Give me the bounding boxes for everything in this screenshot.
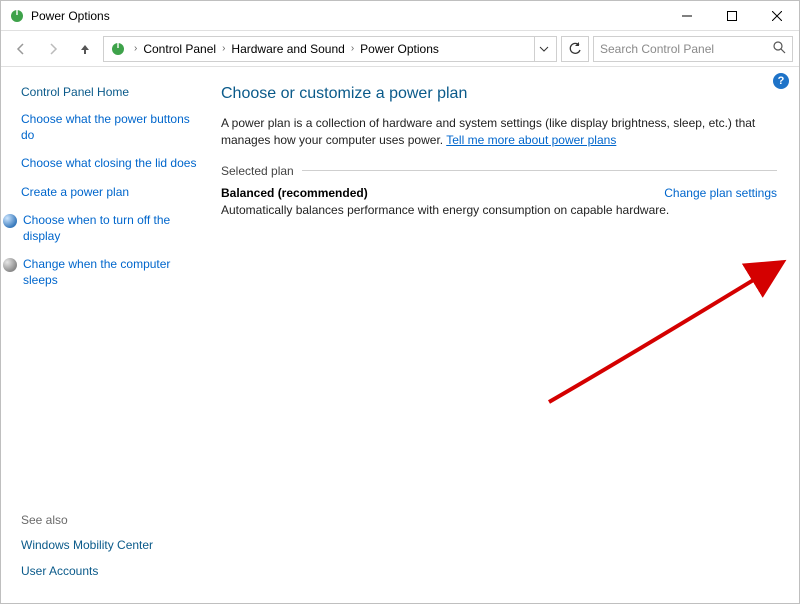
- page-title: Choose or customize a power plan: [221, 85, 777, 103]
- see-also-heading: See also: [21, 513, 201, 527]
- see-also-mobility[interactable]: Windows Mobility Center: [21, 537, 201, 553]
- learn-more-link[interactable]: Tell me more about power plans: [446, 133, 616, 147]
- content-area: Control Panel Home Choose what the power…: [1, 67, 799, 603]
- breadcrumb[interactable]: › Control Panel › Hardware and Sound › P…: [103, 36, 557, 62]
- section-label: Selected plan: [221, 164, 294, 178]
- help-icon[interactable]: ?: [773, 73, 789, 89]
- search-input[interactable]: Search Control Panel: [593, 36, 793, 62]
- plan-description: Automatically balances performance with …: [221, 203, 777, 217]
- plan-name: Balanced (recommended): [221, 186, 368, 200]
- breadcrumb-item[interactable]: Hardware and Sound: [229, 42, 346, 56]
- sleep-icon: [3, 258, 17, 272]
- chevron-right-icon: ›: [132, 43, 139, 54]
- sidebar-item-label: Choose when to turn off the display: [23, 212, 201, 244]
- sidebar-link-power-buttons[interactable]: Choose what the power buttons do: [21, 111, 201, 143]
- nav-forward-button[interactable]: [39, 35, 67, 63]
- breadcrumb-item[interactable]: Power Options: [358, 42, 441, 56]
- search-placeholder: Search Control Panel: [600, 42, 769, 56]
- control-panel-home-link[interactable]: Control Panel Home: [21, 85, 201, 99]
- power-options-icon: [110, 41, 126, 57]
- search-icon: [773, 41, 786, 57]
- window-title: Power Options: [31, 9, 664, 23]
- maximize-button[interactable]: [709, 1, 754, 31]
- chevron-right-icon: ›: [220, 43, 227, 54]
- sidebar-link-sleep[interactable]: Change when the computer sleeps: [21, 256, 201, 288]
- sidebar-link-turn-off-display[interactable]: Choose when to turn off the display: [21, 212, 201, 244]
- nav-up-button[interactable]: [71, 35, 99, 63]
- power-options-icon: [9, 8, 25, 24]
- change-plan-settings-link[interactable]: Change plan settings: [664, 186, 777, 200]
- minimize-button[interactable]: [664, 1, 709, 31]
- breadcrumb-item[interactable]: Control Panel: [141, 42, 218, 56]
- sidebar: Control Panel Home Choose what the power…: [1, 67, 211, 603]
- nav-back-button[interactable]: [7, 35, 35, 63]
- sidebar-link-create-plan[interactable]: Create a power plan: [21, 184, 201, 200]
- main-panel: ? Choose or customize a power plan A pow…: [211, 67, 799, 603]
- toolbar: › Control Panel › Hardware and Sound › P…: [1, 31, 799, 67]
- sidebar-link-closing-lid[interactable]: Choose what closing the lid does: [21, 155, 201, 171]
- sidebar-item-label: Change when the computer sleeps: [23, 256, 201, 288]
- refresh-button[interactable]: [561, 36, 589, 62]
- divider: [302, 170, 777, 171]
- titlebar: Power Options: [1, 1, 799, 31]
- section-header: Selected plan: [221, 164, 777, 178]
- see-also-user-accounts[interactable]: User Accounts: [21, 563, 201, 579]
- display-icon: [3, 214, 17, 228]
- annotation-arrow: [541, 252, 800, 412]
- chevron-right-icon: ›: [349, 43, 356, 54]
- close-button[interactable]: [754, 1, 799, 31]
- breadcrumb-dropdown[interactable]: [534, 37, 552, 61]
- page-description: A power plan is a collection of hardware…: [221, 115, 777, 150]
